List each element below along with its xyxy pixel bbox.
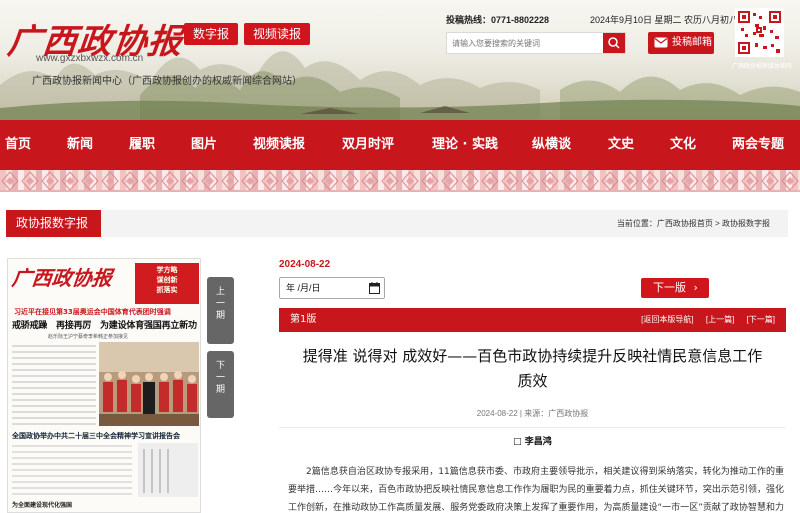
nav-item-commentary[interactable]: 双月时评: [342, 120, 394, 170]
current-date: 2024年9月10日 星期二 农历八月初八: [590, 15, 739, 25]
email-button-label: 投稿邮箱: [672, 37, 712, 48]
nav-item-culture[interactable]: 文化: [670, 120, 696, 170]
section-title: 政协报数字报: [6, 210, 101, 237]
nav-item-perspectives[interactable]: 纵横谈: [532, 120, 571, 170]
group-photo-image: [99, 342, 199, 426]
nav-item-history[interactable]: 文史: [608, 120, 634, 170]
section-header: 政协报数字报 当前位置：广西政协报首页 > 政协报数字报: [6, 210, 788, 237]
article-body: 2篇信息获自治区政协专报采用，11篇信息获市委、市政府主要领导批示，相关建议得到…: [288, 467, 784, 513]
newspaper-page-thumbnail[interactable]: 广西政协报 学方略 谋创新 抓落实 习近平在接见第33届奥运会中国体育代表团时强…: [7, 258, 201, 513]
submission-email-button[interactable]: 投稿邮箱: [648, 32, 714, 54]
nav-item-news[interactable]: 新闻: [67, 120, 93, 170]
label-char: 期: [215, 311, 225, 321]
article-author: □ 李昌鸿: [513, 437, 552, 447]
newspaper-ad-box: 学方略 谋创新 抓落实: [135, 263, 199, 304]
issue-date: 2024-08-22: [279, 259, 331, 270]
article-meta: 2024-08-22 | 来源：广西政协报: [476, 409, 589, 418]
envelope-icon: [654, 37, 668, 48]
next-page-button[interactable]: 下一版 ›: [641, 278, 709, 298]
date-picker-input[interactable]: 年 /月/日: [279, 277, 385, 299]
next-issue-button[interactable]: 下 一 期: [207, 351, 234, 418]
breadcrumb-current[interactable]: 政协报数字报: [722, 219, 770, 228]
next-article-link[interactable]: [下一篇]: [747, 315, 775, 324]
newspaper-photo: [99, 342, 199, 426]
breadcrumb: 当前位置：广西政协报首页 > 政协报数字报: [617, 210, 770, 237]
previous-issue-button[interactable]: 上 一 期: [207, 277, 234, 344]
submission-hotline: 投稿热线：0771-8802228: [446, 15, 550, 25]
nav-item-video[interactable]: 视频读报: [253, 120, 305, 170]
newspaper-subhead: 赵乐际王沪宁蔡奇李希韩正参加接见: [48, 334, 129, 340]
date-field-value: 年 /月/日: [286, 283, 321, 293]
search-input[interactable]: [447, 33, 604, 53]
diamond-pattern: [0, 170, 800, 192]
page: 广西政协报 www.gxzxbxwzx.com.cn 数字报 视频读报 广西政协…: [0, 0, 800, 513]
chevron-right-icon: ›: [693, 281, 698, 294]
search-button[interactable]: [603, 33, 625, 53]
newspaper-headline-2: 全国政协举办中共二十届三中全会精神学习宣讲报告会: [12, 432, 180, 440]
divider: [279, 427, 786, 428]
header-banner: 广西政协报 www.gxzxbxwzx.com.cn 数字报 视频读报 广西政协…: [0, 0, 800, 120]
qr-code-icon: [737, 10, 782, 55]
label-char: 上: [215, 287, 225, 297]
main-nav: 首页 新闻 履职 图片 视频读报 双月时评 理论 · 实践 纵横谈 文史 文化 …: [0, 120, 800, 170]
next-page-label: 下一版: [653, 281, 686, 294]
breadcrumb-prefix: 当前位置：: [616, 219, 657, 228]
edition-bar: 第1版 [返回本版导航] [上一篇] [下一篇]: [279, 308, 786, 332]
newspaper-text-columns: [12, 345, 96, 425]
digital-paper-button[interactable]: 数字报: [184, 23, 239, 45]
newspaper-kicker: 习近平在接见第33届奥运会中国体育代表团时强调: [14, 308, 171, 316]
newspaper-headline: 戒骄戒躁 再接再厉 为建设体育强国再立新功: [12, 321, 197, 331]
site-tagline: 广西政协报新闻中心（广西政协报创办的权威新闻综合网站）: [32, 76, 302, 87]
ad-line: 抓落实: [156, 286, 178, 294]
search-icon: [608, 37, 620, 49]
nav-item-two-sessions[interactable]: 两会专题: [732, 120, 784, 170]
label-char: 期: [215, 385, 225, 395]
label-char: 一: [215, 299, 225, 309]
label-char: 一: [215, 373, 225, 383]
previous-article-link[interactable]: [上一篇]: [706, 315, 734, 324]
newspaper-text-columns-2: [12, 443, 198, 497]
article-title-line: 质效: [517, 372, 548, 390]
nav-item-duty[interactable]: 履职: [129, 120, 155, 170]
site-url: www.gxzxbxwzx.com.cn: [36, 53, 144, 64]
decorative-pattern-strip: [0, 170, 800, 192]
breadcrumb-separator: >: [712, 219, 722, 228]
calendar-icon[interactable]: [369, 282, 380, 294]
nav-item-home[interactable]: 首页: [5, 120, 31, 170]
ad-line: 学方略: [156, 266, 178, 274]
qr-code: [735, 8, 784, 57]
edition-links: [返回本版导航] [上一篇] [下一篇]: [631, 308, 775, 332]
label-char: 下: [215, 361, 225, 371]
breadcrumb-home-link[interactable]: 广西政协报首页: [657, 219, 713, 228]
next-issue-label: 下 一 期: [207, 360, 234, 396]
nav-item-photos[interactable]: 图片: [191, 120, 217, 170]
ad-line: 谋创新: [156, 276, 178, 284]
article-title: 提得准 说得对 成效好——百色市政协持续提升反映社情民意信息工作 质效: [279, 344, 786, 394]
qr-caption: 广西政协报新媒体矩阵: [732, 64, 793, 70]
newspaper-headline-3: 为全面建设现代化强国: [12, 502, 73, 509]
back-to-page-nav-link[interactable]: [返回本版导航]: [641, 315, 693, 324]
nav-item-theory-practice[interactable]: 理论 · 实践: [432, 120, 498, 170]
newspaper-masthead: 广西政协报: [10, 266, 114, 290]
edition-label: 第1版: [290, 314, 317, 325]
video-paper-button[interactable]: 视频读报: [244, 23, 311, 45]
previous-issue-label: 上 一 期: [207, 286, 234, 322]
article-title-line: 提得准 说得对 成效好——百色市政协持续提升反映社情民意信息工作: [302, 347, 763, 365]
search-box: [446, 32, 626, 54]
